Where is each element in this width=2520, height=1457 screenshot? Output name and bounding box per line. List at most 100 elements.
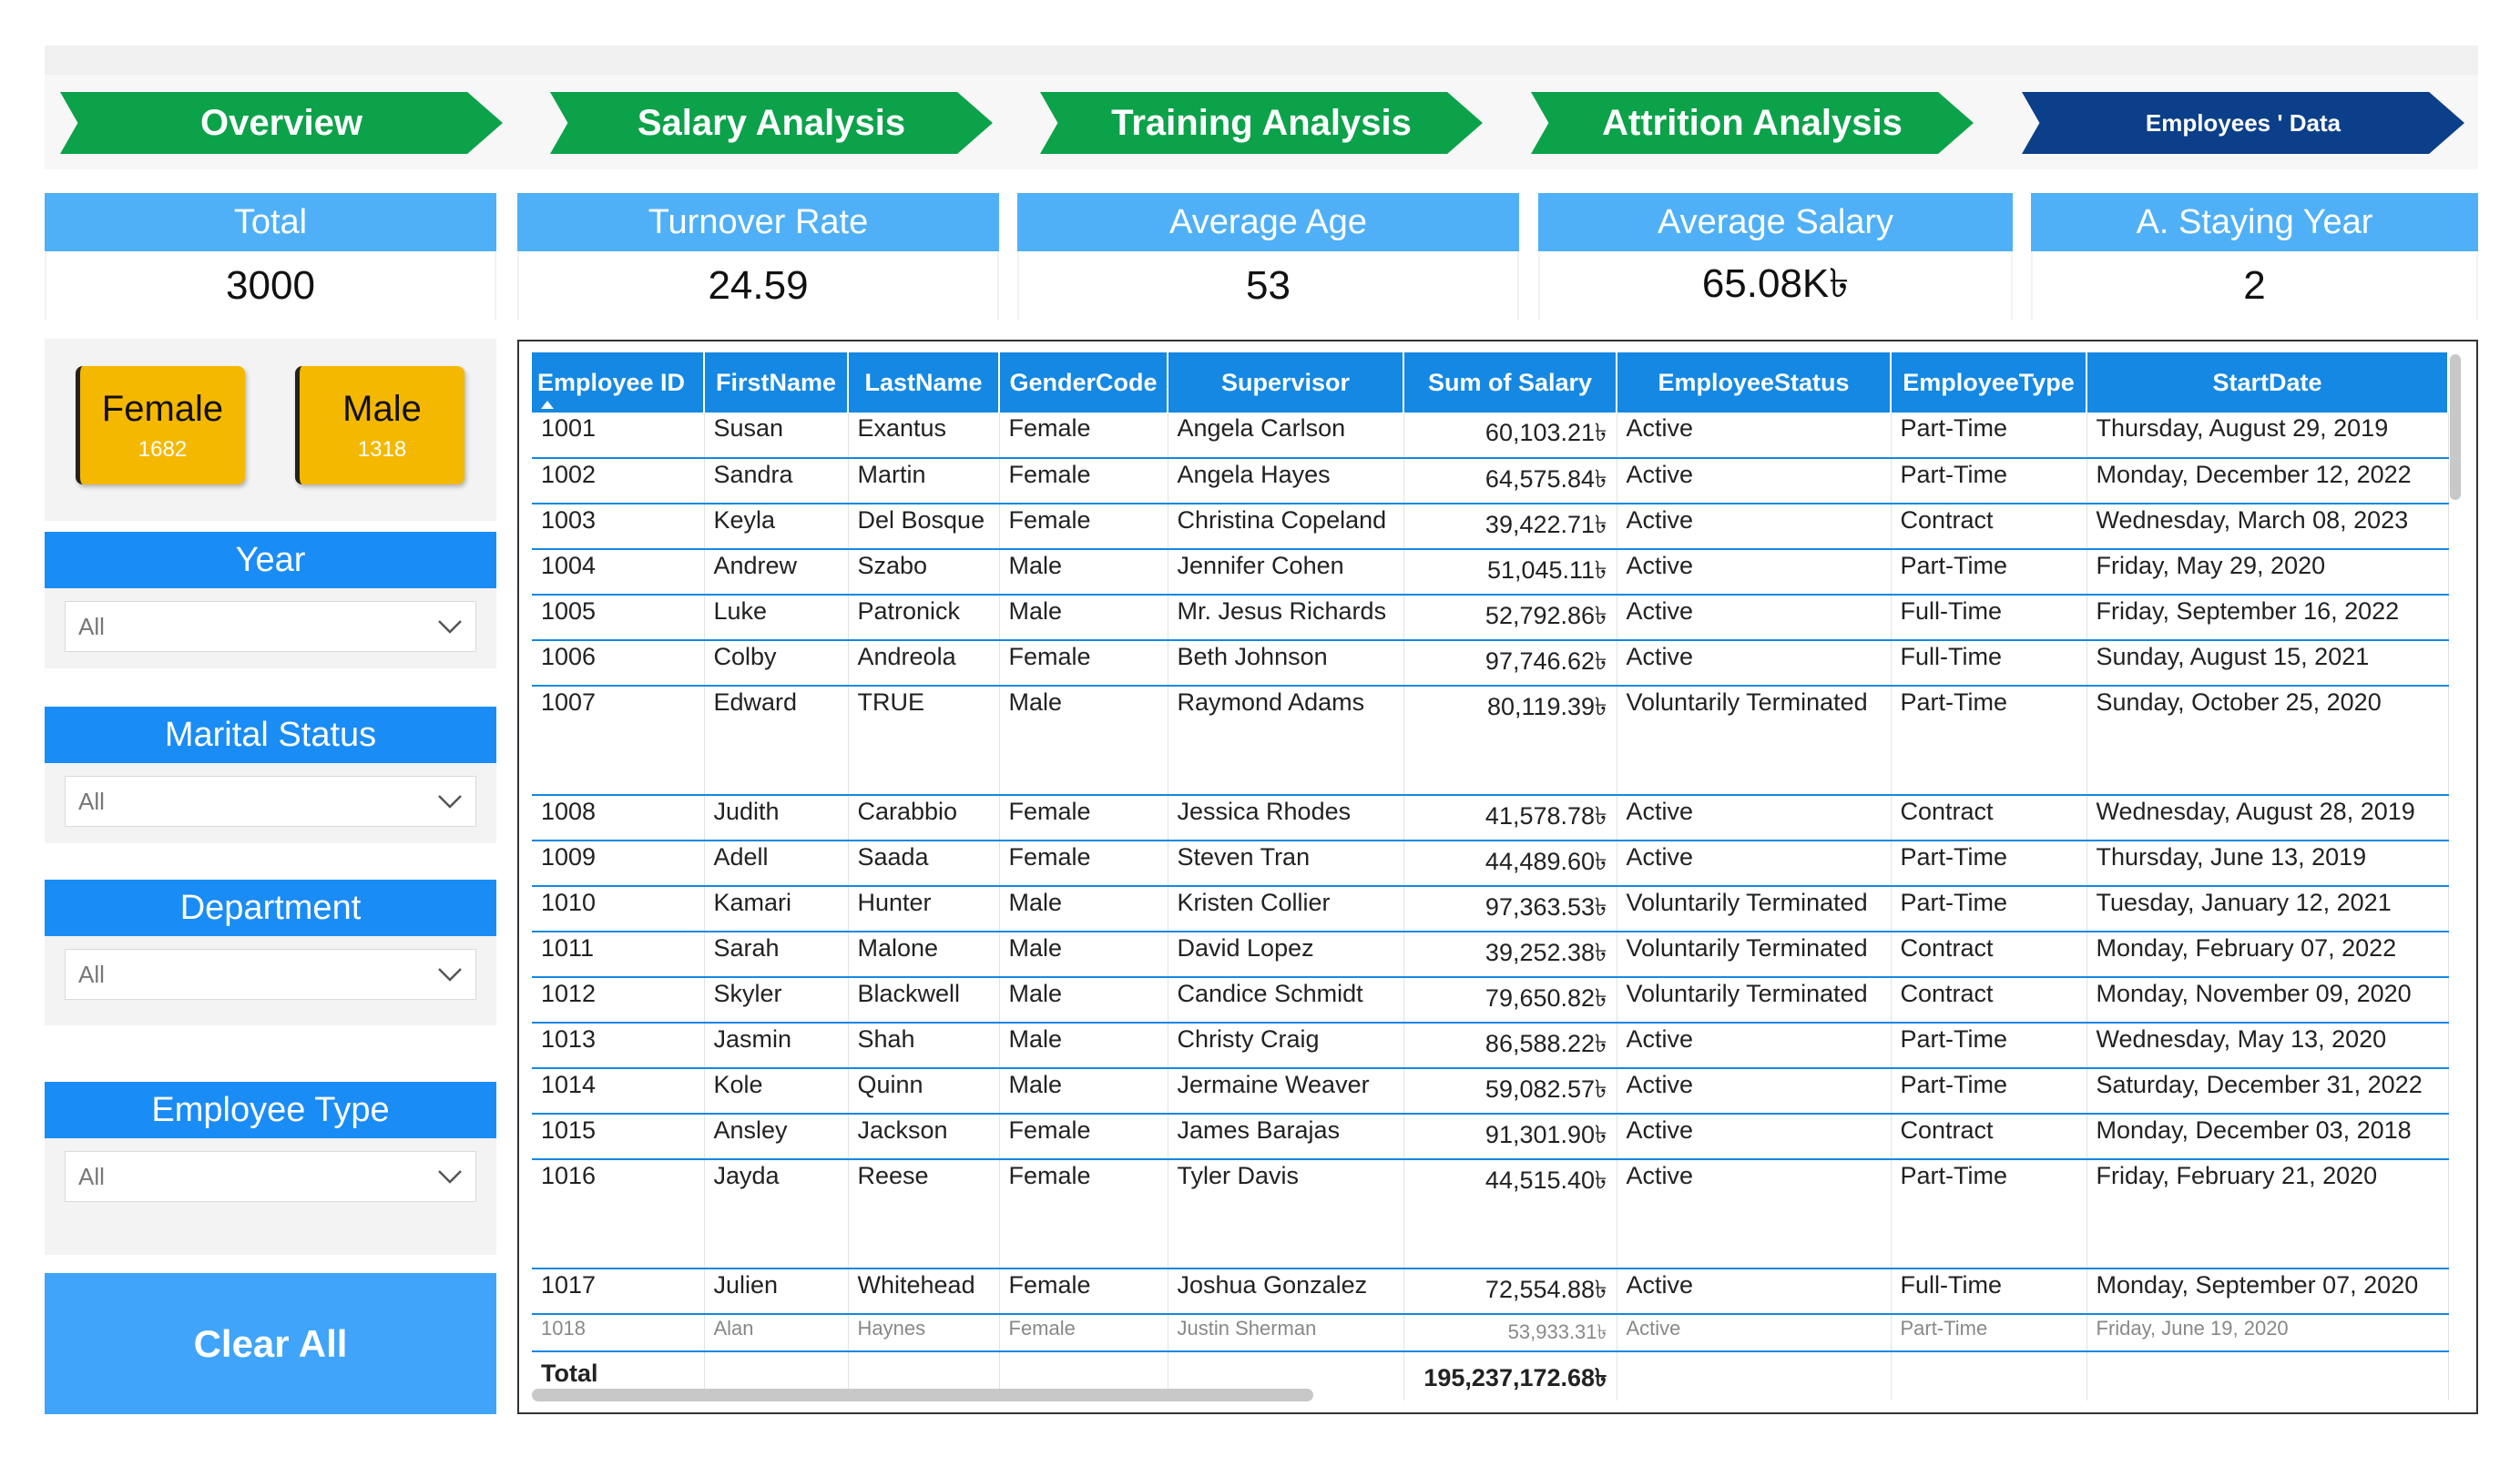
col-header-supervisor[interactable]: Supervisor — [1168, 352, 1404, 413]
col-header-startdate[interactable]: StartDate — [2086, 352, 2449, 413]
table-row[interactable]: 1017 Julien Whitehead Female Joshua Gonzalez… — [532, 1269, 2449, 1315]
table-cell: Kole — [704, 1068, 849, 1115]
table-row[interactable]: 1010 Kamari Hunter Male Kristen Collier 97,36… — [532, 886, 2449, 932]
table-cell: Contract — [1891, 795, 2087, 841]
table-cell: Christina Copeland — [1168, 504, 1404, 550]
clear-all-button[interactable]: Clear All — [45, 1273, 496, 1414]
table-cell: Luke — [704, 595, 849, 641]
table-cell: 1001 — [532, 413, 705, 459]
table-cell: 97,363.53৳ — [1403, 886, 1617, 932]
table-cell: Wednesday, May 13, 2020 — [2086, 1023, 2449, 1069]
table-row[interactable]: 1004 Andrew Szabo Male Jennifer Cohen 51,045.… — [532, 549, 2449, 596]
table-cell: Haynes — [848, 1314, 1000, 1352]
table-cell: Full-Time — [1891, 1269, 2087, 1315]
table-cell: Monday, February 07, 2022 — [2086, 932, 2449, 978]
table-cell: Sandra — [704, 458, 849, 504]
kpi-staying-label: A. Staying Year — [2031, 193, 2478, 251]
table-cell: Tyler Davis — [1168, 1159, 1404, 1269]
table-row[interactable]: 1007 Edward TRUE Male Raymond Adams 80,119.39… — [532, 686, 2449, 796]
table-cell: 80,119.39৳ — [1403, 686, 1617, 796]
slicer-emptype-title: Employee Type — [45, 1082, 496, 1138]
table-cell: Keyla — [704, 504, 849, 550]
table-cell: Full-Time — [1891, 595, 2087, 641]
table-row[interactable]: 1006 Colby Andreola Female Beth Johnson 97,74… — [532, 640, 2449, 687]
table-row[interactable]: 1001 Susan Exantus Female Angela Carlson 60,1… — [532, 413, 2449, 459]
department-dropdown[interactable]: All — [65, 949, 476, 1000]
table-row[interactable]: 1009 Adell Saada Female Steven Tran 44,489.60… — [532, 841, 2449, 887]
table-cell: Sarah — [704, 932, 849, 978]
table-cell: Male — [999, 549, 1168, 596]
table-cell: Part-Time — [1891, 1023, 2087, 1069]
table-cell: Saada — [848, 841, 1000, 887]
vertical-scrollbar[interactable] — [2450, 354, 2461, 500]
emptype-dropdown[interactable]: All — [65, 1151, 476, 1202]
nav-training-analysis[interactable]: Training Analysis — [1040, 92, 1483, 154]
table-row[interactable]: 1005 Luke Patronick Male Mr. Jesus Richards 5… — [532, 595, 2449, 641]
table-row[interactable]: 1008 Judith Carabbio Female Jessica Rhodes 41… — [532, 795, 2449, 841]
table-cell: Quinn — [848, 1068, 1000, 1115]
nav-employees-data[interactable]: Employees ' Data — [2022, 92, 2464, 154]
col-header-gendercode[interactable]: GenderCode — [999, 352, 1168, 413]
table-cell: Male — [999, 977, 1168, 1024]
table-cell: 59,082.57৳ — [1403, 1068, 1617, 1115]
gender-female-button[interactable]: Female 1682 — [76, 366, 245, 484]
table-cell: Active — [1617, 640, 1892, 687]
table-cell: Wednesday, August 28, 2019 — [2086, 795, 2449, 841]
col-header-employeetype[interactable]: EmployeeType — [1891, 352, 2087, 413]
year-dropdown-value: All — [78, 612, 105, 640]
kpi-salary-value: 65.08K৳ — [1540, 251, 2011, 321]
table-cell: Skyler — [704, 977, 849, 1024]
nav-salary-analysis[interactable]: Salary Analysis — [550, 92, 993, 154]
table-cell: Part-Time — [1891, 458, 2087, 504]
table-cell: Active — [1617, 413, 1892, 459]
table-row[interactable]: 1013 Jasmin Shah Male Christy Craig 86,588.22… — [532, 1023, 2449, 1069]
slicer-marital-status: Marital Status All — [45, 707, 496, 843]
chevron-down-icon — [438, 1170, 462, 1184]
table-cell: Part-Time — [1891, 886, 2087, 932]
table-cell: 53,933.31৳ — [1403, 1314, 1617, 1352]
nav-training-label: Training Analysis — [1111, 102, 1412, 143]
col-header-firstname[interactable]: FirstName — [704, 352, 849, 413]
marital-dropdown[interactable]: All — [65, 776, 476, 827]
nav-attrition-analysis[interactable]: Attrition Analysis — [1531, 92, 1974, 154]
gender-female-count: 1682 — [138, 436, 188, 462]
table-cell: Active — [1617, 549, 1892, 596]
employees-table-visual: Employee ID FirstName LastName GenderCod… — [517, 340, 2478, 1414]
table-cell: Female — [999, 795, 1168, 841]
table-row[interactable]: 1016 Jayda Reese Female Tyler Davis 44,515.40… — [532, 1159, 2449, 1269]
col-header-label: Employee ID — [537, 368, 686, 396]
table-cell: Male — [999, 1068, 1168, 1115]
table-row[interactable]: 1003 Keyla Del Bosque Female Christina Copel… — [532, 504, 2449, 550]
gender-male-button[interactable]: Male 1318 — [295, 366, 464, 484]
table-row[interactable]: 1015 Ansley Jackson Female James Barajas 91,3… — [532, 1114, 2449, 1160]
table-cell: Female — [999, 413, 1168, 459]
year-dropdown[interactable]: All — [65, 601, 476, 652]
kpi-total: Total 3000 — [45, 193, 496, 321]
col-header-employeestatus[interactable]: EmployeeStatus — [1617, 352, 1892, 413]
table-cell: 1018 — [532, 1314, 705, 1352]
table-cell: Active — [1617, 1068, 1892, 1115]
table-cell: 1002 — [532, 458, 705, 504]
table-row[interactable]: 1014 Kole Quinn Male Jermaine Weaver 59,082.5… — [532, 1068, 2449, 1115]
table-row[interactable]: 1018 Alan Haynes Female Justin Sherman 53,933… — [532, 1314, 2449, 1352]
col-header-sum-of-salary[interactable]: Sum of Salary — [1403, 352, 1617, 413]
table-cell: Saturday, December 31, 2022 — [2086, 1068, 2449, 1115]
chevron-down-icon — [438, 968, 462, 982]
table-cell: Contract — [1891, 504, 2087, 550]
table-cell: Raymond Adams — [1168, 686, 1404, 796]
table-cell — [2086, 1351, 2449, 1401]
table-row[interactable]: 1012 Skyler Blackwell Male Candice Schmidt 79… — [532, 977, 2449, 1024]
table-row[interactable]: 1002 Sandra Martin Female Angela Hayes 64,575… — [532, 458, 2449, 504]
nav-overview[interactable]: Overview — [60, 92, 503, 154]
table-cell: Male — [999, 595, 1168, 641]
horizontal-scrollbar[interactable] — [532, 1389, 1313, 1401]
table-cell: 44,515.40৳ — [1403, 1159, 1617, 1269]
slicer-department: Department All — [45, 880, 496, 1025]
table-cell: 72,554.88৳ — [1403, 1269, 1617, 1315]
col-header-employee-id[interactable]: Employee ID — [532, 352, 705, 413]
col-header-lastname[interactable]: LastName — [848, 352, 1000, 413]
table-cell: Active — [1617, 795, 1892, 841]
table-cell: Part-Time — [1891, 413, 2087, 459]
table-row[interactable]: 1011 Sarah Malone Male David Lopez 39,252.38৳… — [532, 932, 2449, 978]
table-cell: TRUE — [848, 686, 1000, 796]
